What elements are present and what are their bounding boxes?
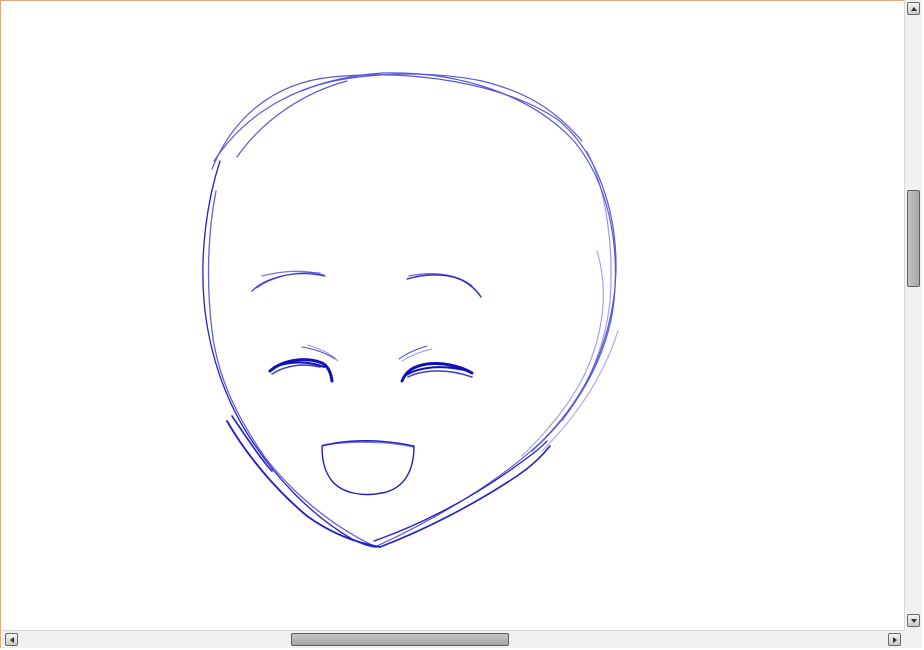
left-eyebrow — [251, 270, 326, 292]
right-eye-lash — [398, 345, 433, 362]
left-eye — [268, 358, 334, 383]
horizontal-scroll-thumb[interactable] — [291, 633, 509, 646]
head-outline — [211, 72, 619, 547]
right-eye — [400, 362, 474, 383]
arrow-down-icon — [910, 618, 917, 623]
arrow-right-icon — [892, 636, 897, 643]
horizontal-scrollbar[interactable] — [2, 630, 904, 648]
scroll-down-button[interactable] — [907, 614, 920, 627]
vertical-scroll-thumb[interactable] — [907, 190, 920, 287]
scrollbar-corner — [904, 630, 922, 648]
face-sketch — [202, 72, 619, 548]
right-eyebrow — [406, 273, 482, 298]
open-mouth — [321, 440, 415, 496]
drawing-canvas[interactable] — [2, 1, 904, 629]
arrow-left-icon — [9, 636, 14, 643]
arrow-up-icon — [910, 6, 917, 11]
scroll-right-button[interactable] — [888, 633, 901, 646]
scroll-up-button[interactable] — [907, 2, 920, 15]
jaw-outline — [202, 160, 551, 548]
vertical-scrollbar[interactable] — [904, 0, 922, 630]
scroll-left-button[interactable] — [5, 633, 18, 646]
